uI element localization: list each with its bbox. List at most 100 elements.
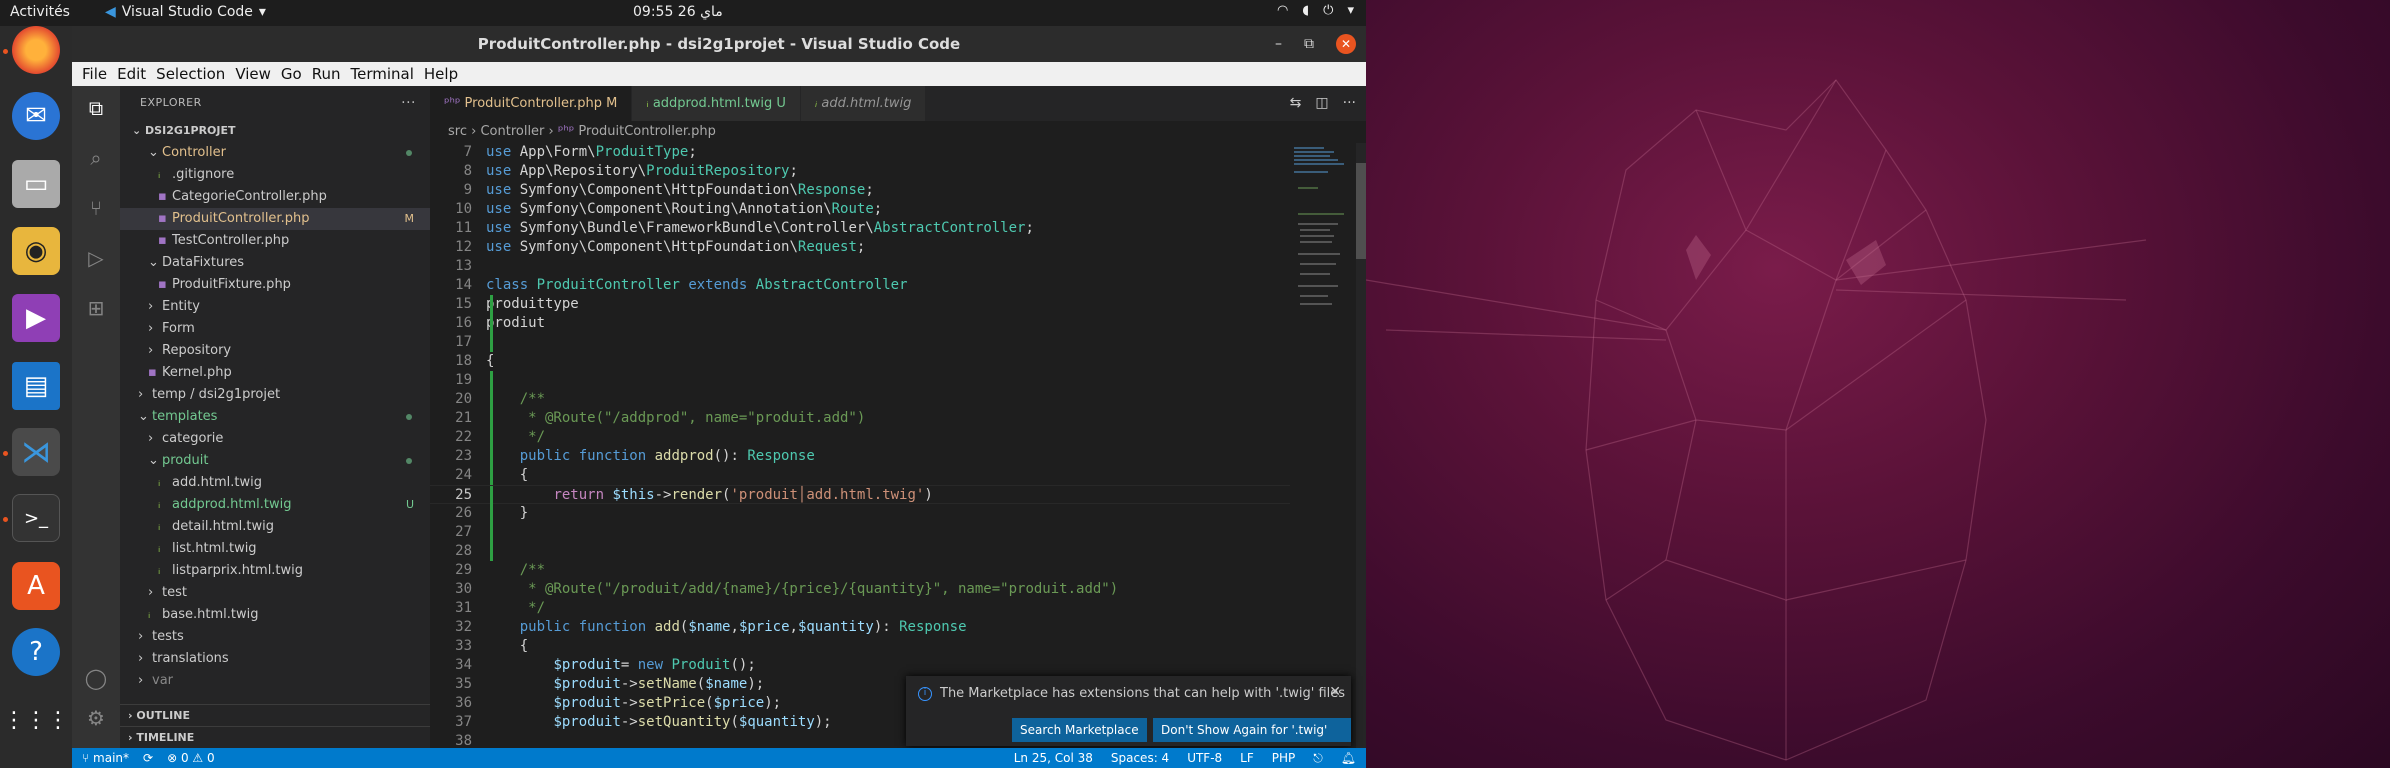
tree-item[interactable]: ᵢ listparprix.html.twig bbox=[120, 560, 430, 582]
menu-edit[interactable]: Edit bbox=[113, 65, 150, 83]
files-icon[interactable]: ▭ bbox=[12, 160, 60, 208]
extensions-icon[interactable]: ⊞ bbox=[84, 296, 108, 320]
tree-item[interactable]: › Form bbox=[120, 318, 430, 340]
tree-item[interactable]: ▪ ProduitFixture.php bbox=[120, 274, 430, 296]
run-debug-icon[interactable]: ▷ bbox=[84, 246, 108, 270]
tree-item[interactable]: › temp / dsi2g1projet bbox=[120, 384, 430, 406]
gutter-change-marker bbox=[490, 486, 493, 505]
tree-item[interactable]: ▪ CategorieController.php bbox=[120, 186, 430, 208]
tree-item[interactable]: › var bbox=[120, 670, 430, 692]
close-button[interactable]: ✕ bbox=[1336, 34, 1356, 54]
tree-item[interactable]: › translations bbox=[120, 648, 430, 670]
open-changes-icon[interactable]: ⇆ bbox=[1290, 86, 1302, 121]
tree-item[interactable]: ▪ Kernel.php bbox=[120, 362, 430, 384]
tab-add[interactable]: ᵢ add.html.twig bbox=[800, 86, 927, 121]
split-editor-icon[interactable]: ◫ bbox=[1315, 86, 1328, 121]
help-icon[interactable]: ? bbox=[12, 628, 60, 676]
tree-item[interactable]: › test bbox=[120, 582, 430, 604]
tree-item-label: templates bbox=[152, 409, 218, 424]
tree-item[interactable]: › Repository bbox=[120, 340, 430, 362]
system-tray[interactable]: ◠ ◖ ⏻ ▾ bbox=[1277, 3, 1354, 18]
minimap[interactable] bbox=[1290, 143, 1356, 748]
account-icon[interactable]: ◯ bbox=[84, 666, 108, 690]
app-menu[interactable]: ◀ Visual Studio Code ▾ bbox=[105, 4, 266, 20]
tree-item[interactable]: › tests bbox=[120, 626, 430, 648]
tree-item[interactable]: ᵢ list.html.twig bbox=[120, 538, 430, 560]
menu-run[interactable]: Run bbox=[308, 65, 345, 83]
maximize-button[interactable]: ⧉ bbox=[1304, 26, 1314, 62]
rhythmbox-icon[interactable]: ◉ bbox=[12, 227, 60, 275]
tree-item[interactable]: ⌄ DataFixtures bbox=[120, 252, 430, 274]
live-share-icon[interactable]: ⎋ bbox=[1313, 748, 1323, 768]
tab-addprod[interactable]: ᵢ addprod.html.twig U bbox=[632, 86, 801, 121]
tree-item[interactable]: ᵢ detail.html.twig bbox=[120, 516, 430, 538]
tree-item[interactable]: ᵢ base.html.twig bbox=[120, 604, 430, 626]
tree-item[interactable]: ᵢ .gitignore bbox=[120, 164, 430, 186]
end-of-line[interactable]: LF bbox=[1240, 748, 1254, 768]
twig-file-icon: ᵢ bbox=[814, 96, 818, 111]
project-root[interactable]: ⌄ DSI2G1PROJET bbox=[120, 120, 430, 142]
menu-view[interactable]: View bbox=[231, 65, 275, 83]
sync-icon[interactable]: ⟳ bbox=[143, 748, 153, 768]
tab-produitcontroller[interactable]: ᵖʰᵖ ProduitController.php M bbox=[430, 86, 633, 121]
breadcrumb-item[interactable]: ProduitController.php bbox=[578, 124, 715, 139]
tree-item[interactable]: › Entity bbox=[120, 296, 430, 318]
activities-button[interactable]: Activités bbox=[10, 4, 70, 20]
dont-show-again-button[interactable]: Don't Show Again for '.twig' files bbox=[1153, 718, 1351, 761]
line-number: 17 bbox=[455, 334, 472, 350]
search-marketplace-button[interactable]: Search Marketplace bbox=[1012, 718, 1147, 742]
gutter-change-marker bbox=[490, 447, 493, 466]
minimize-button[interactable]: – bbox=[1275, 26, 1282, 62]
branch-status[interactable]: ⑂ main* bbox=[82, 748, 129, 768]
videos-icon[interactable]: ▶ bbox=[12, 294, 60, 342]
source-control-icon[interactable]: ⑂ bbox=[84, 196, 108, 220]
code-editor[interactable]: 7 use App\Form\ProduitType; 8 use App\Repos… bbox=[430, 143, 1290, 748]
terminal-icon[interactable]: >_ bbox=[12, 494, 60, 542]
tree-item[interactable]: ▪ ProduitController.php M bbox=[120, 208, 430, 230]
tree-item[interactable]: ⌄ produit bbox=[120, 450, 430, 472]
menu-help[interactable]: Help bbox=[420, 65, 462, 83]
writer-icon[interactable]: ▤ bbox=[12, 362, 60, 410]
apps-grid-icon[interactable]: ⋮⋮⋮ bbox=[3, 696, 69, 744]
more-actions-icon[interactable]: ··· bbox=[401, 86, 416, 120]
gutter-change-marker bbox=[490, 333, 493, 352]
problems-status[interactable]: ⊗ 0 ⚠ 0 bbox=[167, 748, 215, 768]
code-text: public function addprod(): Response bbox=[519, 448, 815, 464]
search-icon[interactable]: ⌕ bbox=[84, 146, 108, 170]
menu-file[interactable]: File bbox=[78, 65, 111, 83]
tree-item[interactable]: ᵢ addprod.html.twig U bbox=[120, 494, 430, 516]
tree-item[interactable]: ⌄ templates bbox=[120, 406, 430, 428]
thunderbird-icon[interactable]: ✉ bbox=[12, 92, 60, 140]
breadcrumb-item[interactable]: src bbox=[448, 124, 467, 139]
scrollbar-thumb[interactable] bbox=[1356, 163, 1366, 259]
language-mode[interactable]: PHP bbox=[1272, 748, 1296, 768]
line-number: 10 bbox=[455, 201, 472, 217]
menu-go[interactable]: Go bbox=[277, 65, 306, 83]
tree-item[interactable]: ᵢ add.html.twig bbox=[120, 472, 430, 494]
cursor-position[interactable]: Ln 25, Col 38 bbox=[1014, 748, 1093, 768]
firefox-icon[interactable] bbox=[12, 26, 60, 74]
gear-icon[interactable]: ⚙ bbox=[84, 706, 108, 730]
line-number: 12 bbox=[455, 239, 472, 255]
timeline-section[interactable]: › TIMELINE bbox=[120, 726, 430, 748]
software-icon[interactable]: A bbox=[12, 562, 60, 610]
encoding[interactable]: UTF-8 bbox=[1187, 748, 1222, 768]
close-icon[interactable]: ✕ bbox=[1329, 684, 1341, 700]
tree-item[interactable]: › categorie bbox=[120, 428, 430, 450]
clock[interactable]: 09:55 26 ماي bbox=[633, 4, 723, 20]
editor-scrollbar[interactable] bbox=[1356, 143, 1366, 748]
vscode-icon[interactable]: ⋊ bbox=[12, 428, 60, 476]
breadcrumb-item[interactable]: Controller bbox=[480, 124, 544, 139]
tree-item[interactable]: ⌄ Controller bbox=[120, 142, 430, 164]
more-actions-icon[interactable]: ··· bbox=[1343, 86, 1356, 121]
outline-section[interactable]: › OUTLINE bbox=[120, 704, 430, 726]
tree-item[interactable]: ▪ TestController.php bbox=[120, 230, 430, 252]
menu-selection[interactable]: Selection bbox=[152, 65, 229, 83]
explorer-icon[interactable]: ⧉ bbox=[84, 96, 108, 120]
menu-terminal[interactable]: Terminal bbox=[347, 65, 418, 83]
file-tree: ⌄ Controller ᵢ .gitignore ▪ CategorieControll… bbox=[120, 142, 430, 692]
notifications-icon[interactable]: 🔔︎ bbox=[1341, 748, 1356, 768]
tree-item-label: categorie bbox=[162, 431, 224, 446]
line-number: 28 bbox=[455, 543, 472, 559]
indentation[interactable]: Spaces: 4 bbox=[1111, 748, 1169, 768]
